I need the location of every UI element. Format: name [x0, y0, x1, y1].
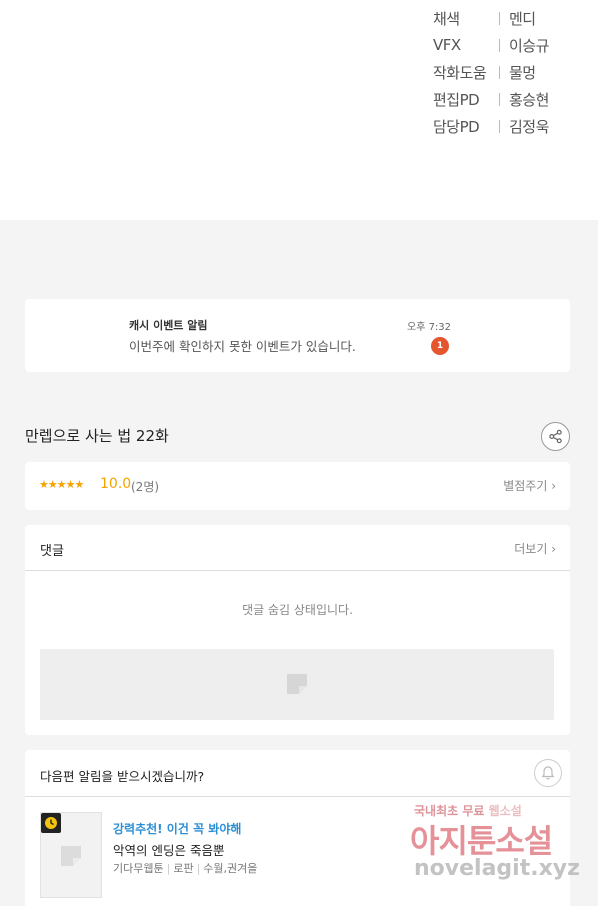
image-placeholder-icon [287, 674, 307, 694]
rating-count: (2명) [131, 480, 160, 494]
rating-card: ★★★★★ 10.0 (2명) 별점주기 › [25, 462, 570, 510]
credit-name: 김정욱 [509, 117, 549, 136]
credit-separator [499, 92, 509, 106]
recommendation-genre: 로판 [173, 862, 194, 875]
credit-row: VFX 이승규 [433, 34, 549, 56]
recommendation-authors: 수월,권겨을 [203, 862, 258, 875]
recommendation-meta: 기다무웹툰 | 로판 | 수월,권겨을 [113, 862, 258, 875]
credit-name: 홍승현 [509, 90, 549, 109]
rating-score: 10.0 [100, 476, 132, 492]
credit-name: 물멍 [509, 63, 536, 82]
image-placeholder-icon [61, 846, 81, 866]
credit-role: 담당PD [433, 117, 480, 136]
subscribe-question: 다음편 알림을 받으시겠습니까? [40, 769, 205, 784]
share-icon [549, 429, 562, 444]
credit-separator [499, 119, 509, 133]
share-button[interactable] [541, 422, 570, 451]
credit-separator [499, 38, 509, 52]
site-watermark: 국내최초 무료 웹소설 아지툰소설 novelagit.xyz [408, 798, 588, 898]
credit-row: 채색 멘디 [433, 7, 536, 29]
divider [25, 796, 570, 797]
notification-card[interactable]: 캐시 이벤트 알림 이번주에 확인하지 못한 이벤트가 있습니다. 오후 7:3… [25, 299, 570, 372]
comments-more-link[interactable]: 더보기 › [514, 540, 556, 557]
episode-title: 만렙으로 사는 법 22화 [25, 427, 169, 445]
notify-toggle-button[interactable] [534, 759, 562, 787]
credits-panel: 채색 멘디 VFX 이승규 작화도움 물멍 편집PD 홍승현 담당PD 김정욱 [0, 0, 598, 220]
credit-row: 작화도움 물멍 [433, 61, 536, 83]
recommendation-title[interactable]: 악역의 엔딩은 죽음뿐 [113, 840, 224, 859]
comments-card: 댓글 더보기 › 댓글 숨김 상태입니다. [25, 525, 570, 735]
comments-title: 댓글 [40, 544, 64, 559]
recommendation-thumbnail[interactable] [40, 812, 102, 898]
credit-row: 편집PD 홍승현 [433, 88, 549, 110]
credit-row: 담당PD 김정욱 [433, 115, 549, 137]
comments-header: 댓글 더보기 › [25, 525, 570, 571]
credit-name: 멘디 [509, 9, 536, 28]
watermark-url: novelagit.xyz [414, 856, 580, 881]
comments-hidden-message: 댓글 숨김 상태입니다. [242, 603, 353, 617]
credit-role: 채색 [433, 9, 460, 28]
notification-message: 이번주에 확인하지 못한 이벤트가 있습니다. [129, 339, 356, 354]
ad-placeholder[interactable] [40, 649, 554, 720]
notification-title: 캐시 이벤트 알림 [129, 319, 208, 332]
notification-count-badge: 1 [431, 337, 449, 355]
rate-button[interactable]: 별점주기 › [503, 477, 556, 494]
credit-role: 작화도움 [433, 63, 487, 82]
bell-icon [541, 766, 555, 780]
credit-name: 이승규 [509, 36, 549, 55]
recommendation-label: 강력추천! 이건 꼭 봐야해 [113, 822, 242, 836]
clock-icon [45, 817, 57, 829]
wait-free-badge [41, 813, 61, 833]
credit-separator [499, 65, 509, 79]
recommendation-category: 기다무웹툰 [113, 862, 164, 875]
credit-separator [499, 11, 509, 25]
credit-role: VFX [433, 36, 461, 54]
credit-role: 편집PD [433, 90, 480, 109]
notification-time: 오후 7:32 [407, 322, 452, 333]
rating-stars: ★★★★★ [39, 478, 84, 491]
